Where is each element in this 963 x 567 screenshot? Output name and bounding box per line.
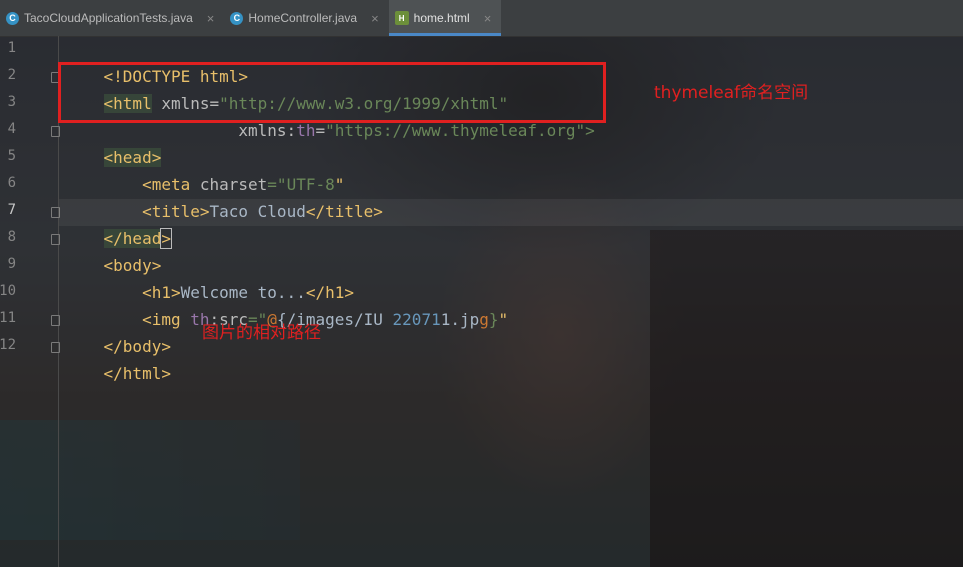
- code-line-10[interactable]: <img th:src="@{/images/IU 220711.jpg}": [65, 279, 508, 329]
- namespace-highlight-box: [58, 62, 606, 123]
- code-line-6[interactable]: <title>Taco Cloud</title>: [65, 171, 383, 221]
- line-number: 5: [7, 148, 16, 164]
- code-token: =: [315, 121, 326, 140]
- code-line-7[interactable]: </head>: [65, 198, 172, 249]
- code-line-9[interactable]: <h1>Welcome to...</h1>: [65, 252, 354, 302]
- code-token: "https://www.thymeleaf.org">: [325, 121, 595, 140]
- code-token: ": [498, 310, 509, 329]
- java-class-icon: C: [230, 11, 244, 25]
- code-line-12[interactable]: </html>: [65, 333, 171, 383]
- line-number: 1: [7, 40, 16, 56]
- java-class-icon: C: [6, 11, 19, 25]
- fold-marker-icon[interactable]: [51, 315, 60, 326]
- editor-tab-bar: C TacoCloudApplicationTests.java × C Hom…: [0, 0, 963, 37]
- tab-home-html[interactable]: H home.html ×: [388, 0, 502, 36]
- code-token: g: [479, 310, 489, 329]
- line-number: 2: [7, 67, 16, 83]
- line-number: 6: [7, 175, 16, 191]
- close-icon[interactable]: ×: [207, 11, 215, 26]
- tab-label: HomeController.java: [248, 11, 358, 25]
- line-number: 4: [7, 121, 16, 137]
- line-number: 10: [0, 283, 16, 299]
- code-token: th: [296, 121, 316, 140]
- code-token: </html>: [103, 364, 171, 383]
- line-number: 3: [7, 94, 16, 110]
- html-file-icon: H: [394, 11, 409, 25]
- code-token: }: [488, 310, 499, 329]
- line-number: 12: [0, 337, 16, 353]
- fold-marker-icon[interactable]: [51, 234, 60, 245]
- fold-marker-icon[interactable]: [51, 126, 60, 137]
- line-number: 11: [0, 310, 16, 326]
- line-number: 9: [7, 256, 16, 272]
- line-number-current: 7: [7, 202, 16, 218]
- code-line-11[interactable]: </body>: [65, 306, 171, 356]
- tab-label: TacoCloudApplicationTests.java: [24, 11, 193, 25]
- namespace-annotation: thymeleaf命名空间: [654, 83, 809, 103]
- code-token: Taco Cloud: [209, 202, 306, 221]
- code-token: 1.jp: [440, 310, 480, 329]
- close-icon[interactable]: ×: [371, 11, 379, 26]
- code-token: 22071: [382, 310, 441, 329]
- code-token: >: [160, 228, 172, 249]
- tab-home-controller[interactable]: C HomeController.java ×: [224, 0, 388, 36]
- code-token: </title>: [305, 202, 383, 221]
- tab-label: home.html: [413, 11, 470, 25]
- line-number-gutter: 1 2 3 4 5 6 7 8 9 10 11 12: [0, 36, 60, 567]
- line-number: 8: [7, 229, 16, 245]
- close-icon[interactable]: ×: [484, 11, 492, 26]
- tab-tacocloud-tests[interactable]: C TacoCloudApplicationTests.java ×: [0, 0, 224, 36]
- code-line-1[interactable]: <!DOCTYPE html>: [65, 36, 249, 86]
- code-line-8[interactable]: <body>: [65, 225, 162, 275]
- fold-marker-icon[interactable]: [51, 342, 60, 353]
- code-line-5[interactable]: <meta charset="UTF-8": [65, 144, 344, 194]
- relative-path-annotation: 图片的相对路径: [202, 323, 321, 343]
